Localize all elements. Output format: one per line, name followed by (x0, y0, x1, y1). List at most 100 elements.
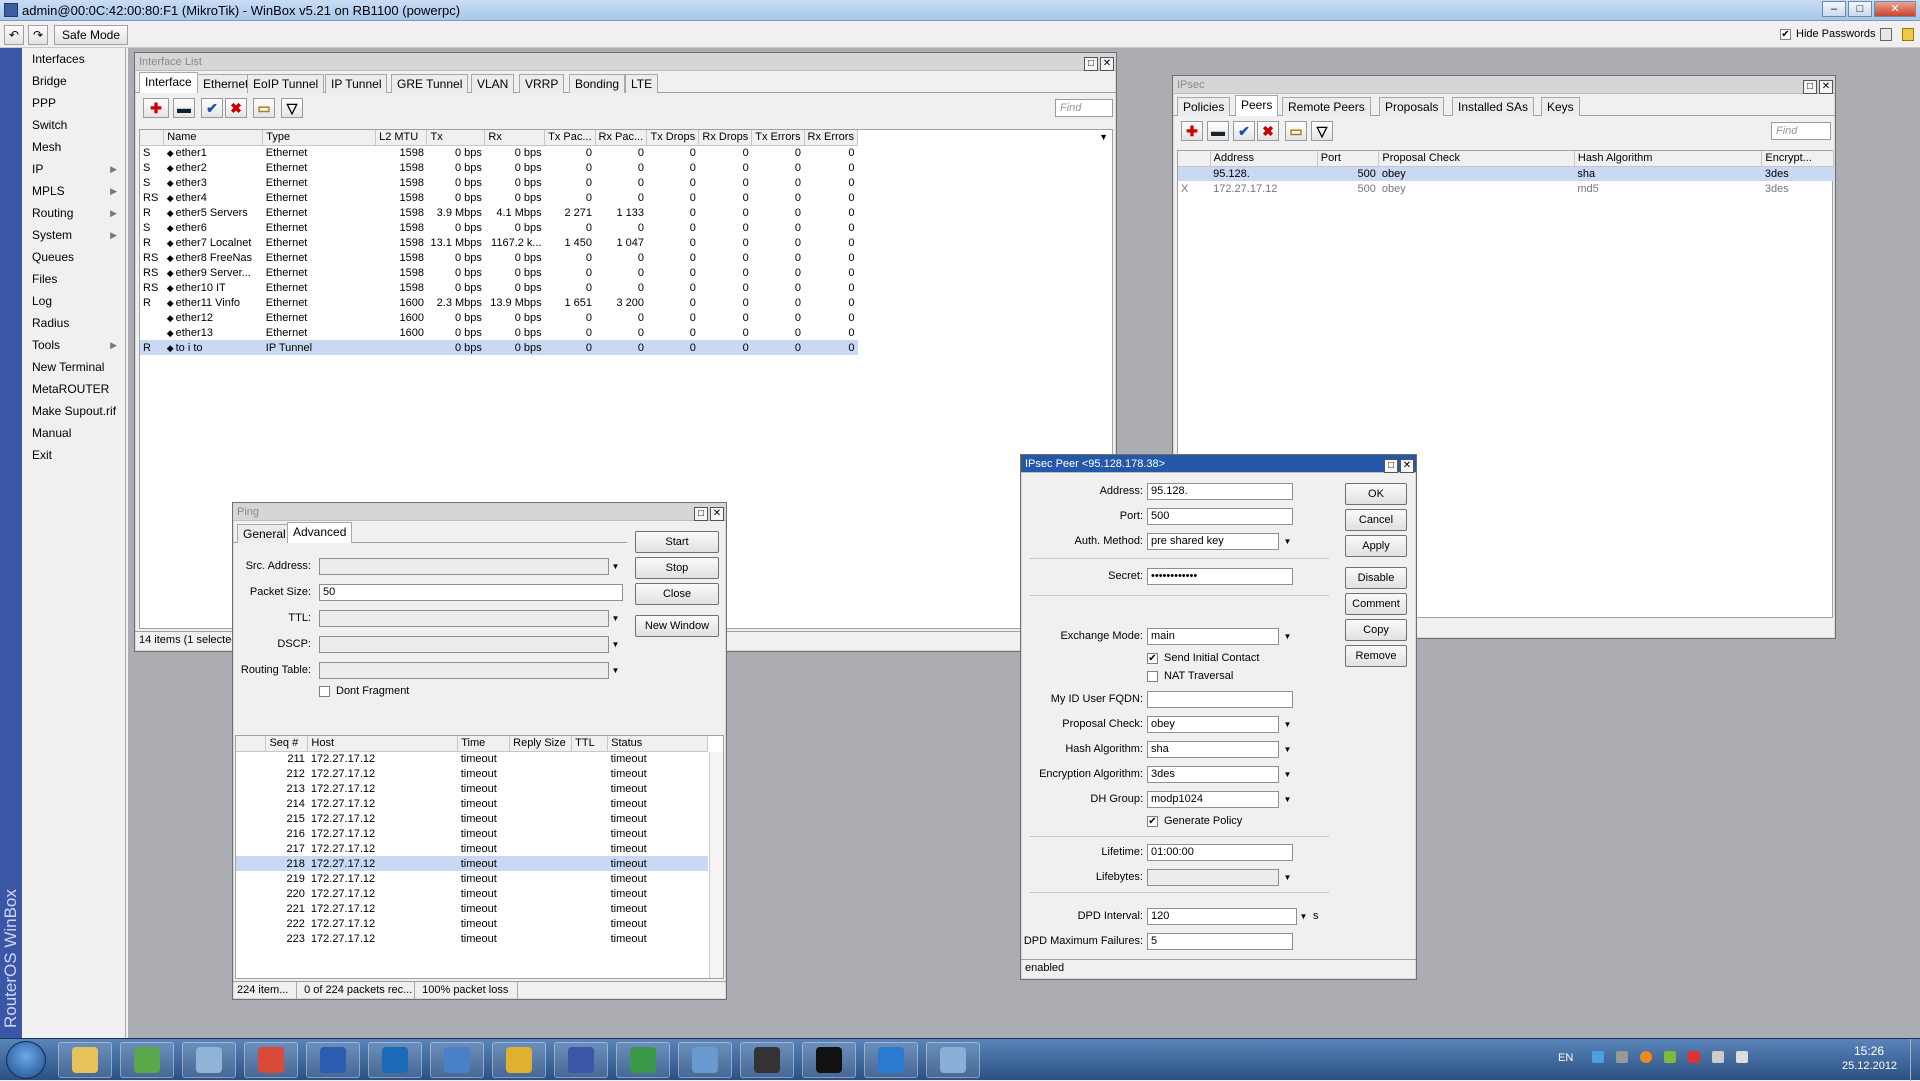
find-input[interactable]: Find (1055, 99, 1113, 117)
pc-field[interactable]: obey (1147, 716, 1279, 733)
tab-advanced[interactable]: Advanced (287, 522, 353, 543)
close-button[interactable]: ✕ (1874, 1, 1916, 17)
taskbar-3cx[interactable] (740, 1042, 794, 1078)
start-button[interactable] (6, 1041, 46, 1079)
sidebar-item-radius[interactable]: Radius (22, 312, 125, 334)
column-header[interactable]: Proposal Check (1378, 151, 1575, 167)
taskbar-folder[interactable] (678, 1042, 732, 1078)
tab-eoip-tunnel[interactable]: EoIP Tunnel (247, 74, 325, 93)
lifeb-field[interactable] (1147, 869, 1279, 886)
tab-lte[interactable]: LTE (625, 74, 659, 93)
undo-button[interactable]: ↶ (4, 25, 24, 45)
tab-gre-tunnel[interactable]: GRE Tunnel (391, 74, 469, 93)
column-header[interactable]: Tx Errors (751, 130, 805, 146)
column-header[interactable]: Seq # (265, 736, 309, 752)
taskbar-mail[interactable] (306, 1042, 360, 1078)
dropdown-icon[interactable]: ▼ (1281, 766, 1294, 783)
address-field[interactable]: 95.128. (1147, 483, 1293, 500)
column-header[interactable]: Time (457, 736, 511, 752)
column-header[interactable] (236, 736, 267, 752)
safe-mode-button[interactable]: Safe Mode (54, 25, 128, 45)
apply-button[interactable]: Apply (1345, 535, 1407, 557)
taskbar-outlook[interactable] (368, 1042, 422, 1078)
table-row[interactable]: ◆ ether12 Ethernet 1600 0 bps 0 bps 0 0 0 0 0 0 (140, 310, 858, 325)
column-header[interactable]: Name (163, 130, 264, 146)
disable-icon[interactable]: ✖ (1257, 121, 1279, 141)
table-row[interactable]: S ◆ ether3 Ethernet 1598 0 bps 0 bps 0 0 0 0 0 0 (140, 175, 858, 190)
dropdown-icon[interactable]: ▼ (1281, 716, 1294, 733)
nat-checkbox[interactable] (1147, 671, 1158, 682)
lock-open-icon[interactable] (1880, 28, 1892, 41)
taskbar-window[interactable] (926, 1042, 980, 1078)
language-indicator[interactable]: EN (1558, 1052, 1573, 1064)
sidebar-item-mesh[interactable]: Mesh (22, 136, 125, 158)
sidebar-item-system[interactable]: System ▶ (22, 224, 125, 246)
taskbar-phone[interactable] (864, 1042, 918, 1078)
disable-button[interactable]: Disable (1345, 567, 1407, 589)
hash-field[interactable]: sha (1147, 741, 1279, 758)
table-row[interactable]: 211 172.27.17.12 timeout timeout (236, 751, 708, 766)
table-row[interactable]: S ◆ ether6 Ethernet 1598 0 bps 0 bps 0 0 0 0 0 0 (140, 220, 858, 235)
table-row[interactable]: 219 172.27.17.12 timeout timeout (236, 871, 708, 886)
dropdown-icon[interactable]: ▼ (1281, 628, 1294, 645)
lock-icon[interactable] (1902, 28, 1914, 41)
sic-checkbox[interactable]: ✔ (1147, 653, 1158, 664)
disable-icon[interactable]: ✖ (225, 98, 247, 118)
table-row[interactable]: 223 172.27.17.12 timeout timeout (236, 931, 708, 946)
tab-policies[interactable]: Policies (1177, 97, 1231, 116)
add-icon[interactable]: ✚ (143, 98, 169, 118)
taskbar-winbox[interactable] (554, 1042, 608, 1078)
dropdown-icon[interactable]: ▼ (609, 610, 622, 627)
tab-proposals[interactable]: Proposals (1379, 97, 1445, 116)
add-icon[interactable]: ✚ (1181, 121, 1203, 141)
column-header[interactable] (1178, 151, 1211, 167)
column-header[interactable]: Host (307, 736, 459, 752)
sidebar-item-files[interactable]: Files (22, 268, 125, 290)
table-row[interactable]: ◆ ether13 Ethernet 1600 0 bps 0 bps 0 0 0 0 0 0 (140, 325, 858, 340)
sidebar-item-make-supout-rif[interactable]: Make Supout.rif (22, 400, 125, 422)
exmode-field[interactable]: main (1147, 628, 1279, 645)
tray-icon[interactable] (1688, 1051, 1700, 1063)
column-header[interactable]: Tx (426, 130, 486, 146)
remove-button[interactable]: Remove (1345, 645, 1407, 667)
table-row[interactable]: 217 172.27.17.12 timeout timeout (236, 841, 708, 856)
gp-checkbox[interactable]: ✔ (1147, 816, 1158, 827)
clock-date[interactable]: 25.12.2012 (1842, 1060, 1897, 1072)
taskbar-globe[interactable] (616, 1042, 670, 1078)
sidebar-item-routing[interactable]: Routing ▶ (22, 202, 125, 224)
dropdown-icon[interactable]: ▼ (609, 558, 622, 575)
table-row[interactable]: 216 172.27.17.12 timeout timeout (236, 826, 708, 841)
enable-icon[interactable]: ✔ (201, 98, 223, 118)
table-row[interactable]: 213 172.27.17.12 timeout timeout (236, 781, 708, 796)
taskbar-cmd[interactable] (802, 1042, 856, 1078)
dropdown-icon[interactable]: ▼ (1281, 791, 1294, 808)
tab-keys[interactable]: Keys (1541, 97, 1580, 116)
ipsec-titlebar[interactable]: IPsec □ ✕ (1173, 76, 1835, 94)
sidebar-item-tools[interactable]: Tools ▶ (22, 334, 125, 356)
ping-titlebar[interactable]: Ping □ ✕ (233, 503, 726, 521)
column-header[interactable]: Port (1317, 151, 1380, 167)
myid-field[interactable] (1147, 691, 1293, 708)
start-button[interactable]: Start (635, 531, 719, 553)
enable-icon[interactable]: ✔ (1233, 121, 1255, 141)
restore-button[interactable]: □ (694, 507, 708, 521)
sidebar-item-mpls[interactable]: MPLS ▶ (22, 180, 125, 202)
network-icon[interactable] (1712, 1051, 1724, 1063)
table-row[interactable]: X 172.27.17.12 500 obey md5 3des (1178, 181, 1834, 196)
minimize-button[interactable]: – (1822, 1, 1846, 17)
restore-button[interactable]: □ (1084, 57, 1098, 71)
table-row[interactable]: RS ◆ ether4 Ethernet 1598 0 bps 0 bps 0 0 0 0 0 0 (140, 190, 858, 205)
table-row[interactable]: S ◆ ether1 Ethernet 1598 0 bps 0 bps 0 0 0 0 0 0 (140, 145, 858, 160)
taskbar-chrome[interactable] (244, 1042, 298, 1078)
peer-titlebar[interactable]: IPsec Peer <95.128.178.38> □ ✕ (1021, 455, 1416, 473)
tray-icon[interactable] (1664, 1051, 1676, 1063)
copy-button[interactable]: Copy (1345, 619, 1407, 641)
tab-ethernet[interactable]: Ethernet (197, 74, 255, 93)
table-row[interactable]: R ◆ ether11 Vinfo Ethernet 1600 2.3 Mbps 13.9 … (140, 295, 858, 310)
secret-field[interactable]: •••••••••••• (1147, 568, 1293, 585)
tray-icon[interactable] (1640, 1051, 1652, 1063)
taskbar-manager[interactable] (492, 1042, 546, 1078)
sidebar-item-manual[interactable]: Manual (22, 422, 125, 444)
cancel-button[interactable]: Cancel (1345, 509, 1407, 531)
stop-button[interactable]: Stop (635, 557, 719, 579)
